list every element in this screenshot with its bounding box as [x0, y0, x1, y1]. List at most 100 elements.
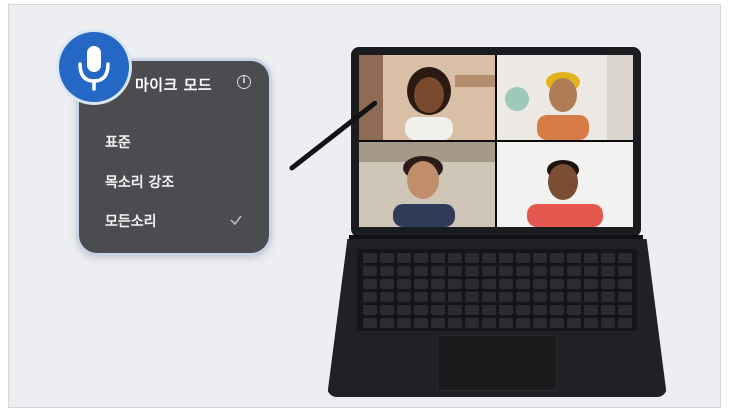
microphone-icon [78, 46, 110, 91]
keyboard-key [431, 279, 445, 289]
keyboard-key [516, 253, 530, 263]
keyboard-key [550, 318, 564, 328]
keyboard-key [431, 305, 445, 315]
check-icon [230, 215, 242, 226]
keyboard-key [533, 279, 547, 289]
keyboard-key [601, 253, 615, 263]
keyboard-key [465, 292, 479, 302]
keyboard-key [397, 305, 411, 315]
keyboard-key [533, 266, 547, 276]
keyboard-key [448, 253, 462, 263]
keyboard-key [550, 292, 564, 302]
keyboard-key [414, 266, 428, 276]
keyboard-key [397, 279, 411, 289]
keyboard-key [601, 266, 615, 276]
keyboard-key [601, 305, 615, 315]
keyboard-key [448, 305, 462, 315]
keyboard-key [533, 305, 547, 315]
keyboard-key [516, 266, 530, 276]
keyboard-key [363, 253, 377, 263]
keyboard-key [618, 305, 632, 315]
keyboard-key [499, 279, 513, 289]
keyboard-key [363, 292, 377, 302]
keyboard-key [363, 305, 377, 315]
keyboard-key [465, 279, 479, 289]
keyboard-key [567, 279, 581, 289]
keyboard-key [363, 318, 377, 328]
keyboard-key [499, 253, 513, 263]
keyboard-key [550, 279, 564, 289]
keyboard-key [618, 318, 632, 328]
keyboard-key [482, 279, 496, 289]
keyboard-key [601, 318, 615, 328]
keyboard-key [618, 279, 632, 289]
keyboard-key [567, 292, 581, 302]
keyboard-key [380, 253, 394, 263]
keyboard-key [448, 266, 462, 276]
keyboard-key [482, 253, 496, 263]
keyboard-key [482, 292, 496, 302]
keyboard-key [516, 292, 530, 302]
keyboard-key [414, 292, 428, 302]
keyboard-key [414, 305, 428, 315]
keyboard-key [584, 279, 598, 289]
keyboard-key [397, 292, 411, 302]
keyboard-key [601, 292, 615, 302]
mode-option-voice-focus[interactable]: 목소리 강조 [105, 172, 174, 192]
keyboard-key [618, 253, 632, 263]
participant-2-image [497, 55, 633, 140]
keyboard-key [465, 253, 479, 263]
mode-option-standard[interactable]: 표준 [105, 132, 131, 152]
keyboard-key [584, 292, 598, 302]
keyboard-key [380, 318, 394, 328]
keyboard-key [567, 266, 581, 276]
mode-option-all-sounds[interactable]: 모든소리 [105, 211, 157, 231]
participant-1-image [359, 55, 495, 140]
keyboard-key [584, 305, 598, 315]
keyboard-key [380, 292, 394, 302]
keyboard-key [397, 318, 411, 328]
keyboard-key [448, 318, 462, 328]
microphone-badge [59, 32, 129, 102]
keyboard-key [397, 253, 411, 263]
keyboard-key [414, 253, 428, 263]
keyboard-key [465, 266, 479, 276]
touchpad [437, 335, 557, 391]
keyboard [357, 249, 637, 331]
keyboard-key [448, 292, 462, 302]
keyboard-key [533, 318, 547, 328]
keyboard-key [567, 305, 581, 315]
video-tile-participant-2 [497, 55, 633, 140]
keyboard-key [431, 253, 445, 263]
keyboard-key [584, 266, 598, 276]
keyboard-key [567, 253, 581, 263]
keyboard-key [533, 292, 547, 302]
keyboard-key [380, 279, 394, 289]
keyboard-key [465, 305, 479, 315]
participant-3-image [359, 142, 495, 227]
keyboard-key [533, 253, 547, 263]
keyboard-key [550, 305, 564, 315]
keyboard-key [584, 318, 598, 328]
keyboard-key [516, 318, 530, 328]
keyboard-key [550, 266, 564, 276]
keyboard-key [465, 318, 479, 328]
keyboard-key [499, 318, 513, 328]
video-tile-participant-1 [359, 55, 495, 140]
illustration-frame: 마이크 모드 i 표준 목소리 강조 모든소리 [8, 4, 721, 408]
keyboard-key [601, 279, 615, 289]
keyboard-key [499, 305, 513, 315]
keyboard-key [482, 318, 496, 328]
keyboard-key [363, 266, 377, 276]
keyboard-key [499, 266, 513, 276]
info-icon[interactable]: i [237, 75, 251, 89]
keyboard-key [431, 318, 445, 328]
keyboard-key [499, 292, 513, 302]
participant-4-image [497, 142, 633, 227]
video-tile-participant-3 [359, 142, 495, 227]
keyboard-key [380, 305, 394, 315]
keyboard-key [380, 266, 394, 276]
keyboard-key [516, 279, 530, 289]
keyboard-key [516, 305, 530, 315]
keyboard-key [431, 266, 445, 276]
